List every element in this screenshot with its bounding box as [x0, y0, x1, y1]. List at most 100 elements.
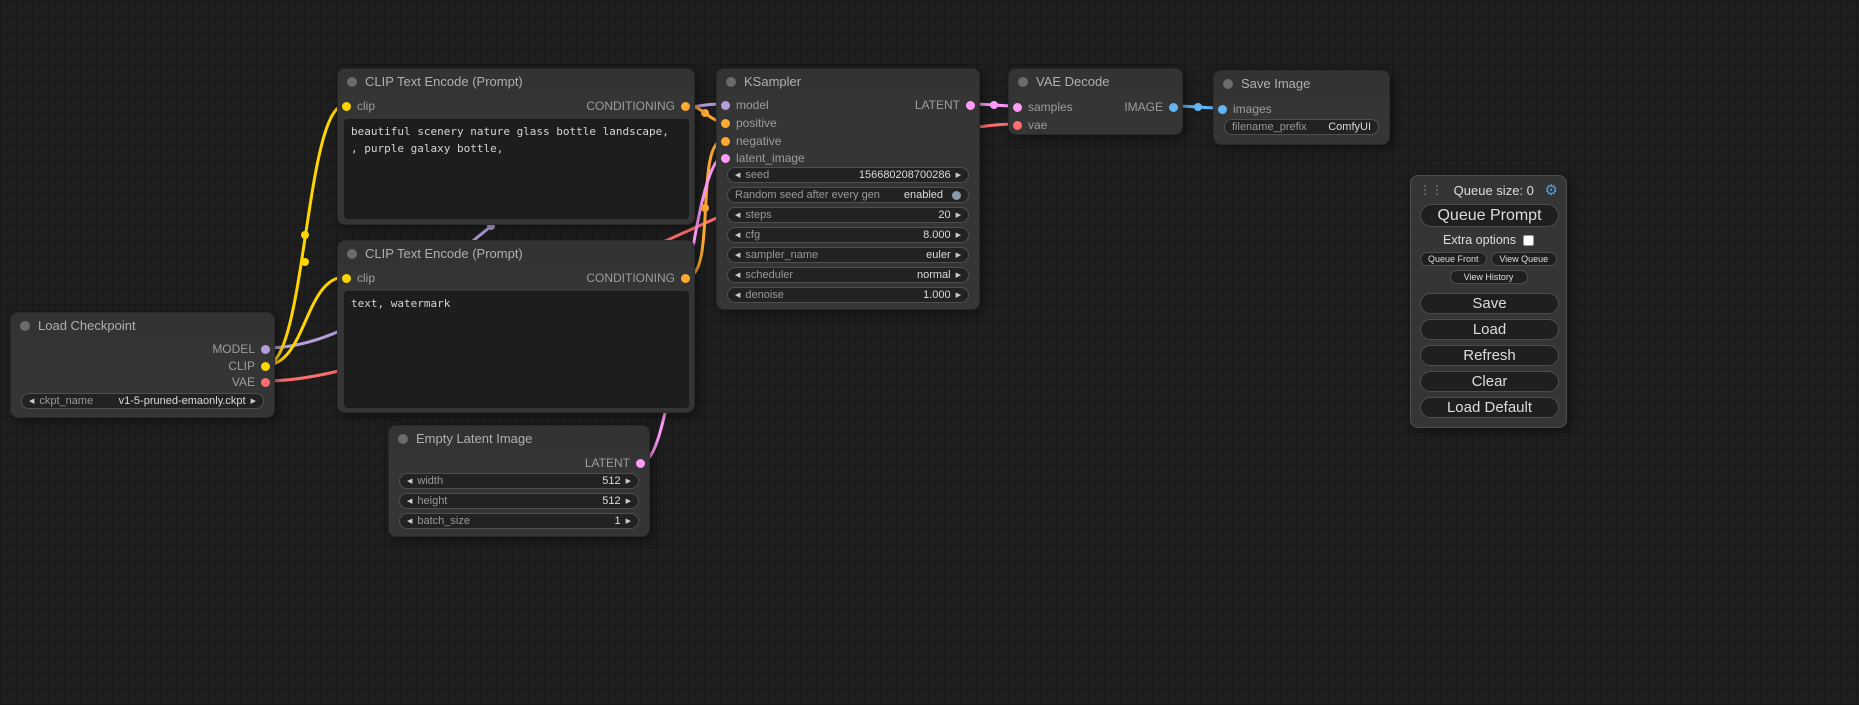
collapse-dot[interactable] [1223, 79, 1233, 89]
node-load-checkpoint[interactable]: Load Checkpoint MODEL CLIP VAE ◀ ckpt_na… [10, 312, 275, 418]
output-port-conditioning[interactable]: CONDITIONING [586, 271, 690, 285]
collapse-dot[interactable] [398, 434, 408, 444]
node-vae-decode[interactable]: VAE Decode samples vae IMAGE [1008, 68, 1183, 135]
decrement-icon[interactable]: ◀ [735, 251, 740, 259]
vae-port-dot[interactable] [1013, 121, 1022, 130]
steps-widget[interactable]: ◀ steps 20 ▶ [727, 207, 969, 223]
load-button[interactable]: Load [1420, 319, 1559, 340]
save-button[interactable]: Save [1420, 293, 1559, 314]
input-port-samples[interactable]: samples [1013, 100, 1073, 114]
output-port-clip[interactable]: CLIP [228, 359, 270, 373]
node-graph-canvas[interactable]: Load Checkpoint MODEL CLIP VAE ◀ ckpt_na… [0, 0, 1859, 705]
decrement-icon[interactable]: ◀ [735, 231, 740, 239]
increment-icon[interactable]: ▶ [626, 477, 631, 485]
node-ksampler[interactable]: KSampler model positive negative latent_… [716, 68, 980, 310]
output-port-conditioning[interactable]: CONDITIONING [586, 99, 690, 113]
decrement-icon[interactable]: ◀ [735, 271, 740, 279]
clip-port-dot[interactable] [342, 102, 351, 111]
toggle-indicator[interactable] [952, 191, 961, 200]
input-port-clip[interactable]: clip [342, 271, 375, 285]
view-history-button[interactable]: View History [1450, 270, 1528, 284]
decrement-icon[interactable]: ◀ [29, 397, 34, 405]
clip-port-dot[interactable] [261, 362, 270, 371]
increment-icon[interactable]: ▶ [956, 271, 961, 279]
latent-port-dot[interactable] [636, 459, 645, 468]
view-queue-button[interactable]: View Queue [1491, 252, 1558, 266]
link-midpoint-dot [990, 101, 998, 109]
clip-port-dot[interactable] [342, 274, 351, 283]
collapse-dot[interactable] [1018, 77, 1028, 87]
input-port-positive[interactable]: positive [721, 116, 777, 130]
vae-port-dot[interactable] [261, 378, 270, 387]
latent-port-dot[interactable] [721, 154, 730, 163]
clear-button[interactable]: Clear [1420, 371, 1559, 392]
latent-port-dot[interactable] [966, 101, 975, 110]
batch-size-widget[interactable]: ◀ batch_size 1 ▶ [399, 513, 639, 529]
node-clip-text-encode-positive[interactable]: CLIP Text Encode (Prompt) clip CONDITION… [337, 68, 695, 225]
increment-icon[interactable]: ▶ [251, 397, 256, 405]
decrement-icon[interactable]: ◀ [735, 171, 740, 179]
decrement-icon[interactable]: ◀ [407, 517, 412, 525]
increment-icon[interactable]: ▶ [956, 231, 961, 239]
model-port-dot[interactable] [261, 345, 270, 354]
cfg-widget[interactable]: ◀ cfg 8.000 ▶ [727, 227, 969, 243]
random-seed-toggle[interactable]: Random seed after every gen enabled [727, 187, 969, 203]
sampler-name-widget[interactable]: ◀ sampler_name euler ▶ [727, 247, 969, 263]
height-widget[interactable]: ◀ height 512 ▶ [399, 493, 639, 509]
width-widget[interactable]: ◀ width 512 ▶ [399, 473, 639, 489]
input-port-vae[interactable]: vae [1013, 118, 1047, 132]
settings-gear-icon[interactable]: ⚙ [1545, 181, 1558, 199]
output-port-model[interactable]: MODEL [212, 342, 270, 356]
node-empty-latent-image[interactable]: Empty Latent Image LATENT ◀ width 512 ▶ … [388, 425, 650, 537]
image-port-dot[interactable] [1169, 103, 1178, 112]
increment-icon[interactable]: ▶ [956, 211, 961, 219]
input-port-negative[interactable]: negative [721, 134, 781, 148]
positive-prompt-textarea[interactable]: beautiful scenery nature glass bottle la… [344, 119, 689, 219]
node-title-text: CLIP Text Encode (Prompt) [365, 74, 523, 89]
increment-icon[interactable]: ▶ [956, 291, 961, 299]
output-port-latent[interactable]: LATENT [915, 98, 975, 112]
output-port-latent[interactable]: LATENT [585, 456, 645, 470]
queue-prompt-button[interactable]: Queue Prompt [1420, 204, 1559, 227]
seed-widget[interactable]: ◀ seed 156680208700286 ▶ [727, 167, 969, 183]
load-default-button[interactable]: Load Default [1420, 397, 1559, 418]
input-port-model[interactable]: model [721, 98, 769, 112]
input-port-latent-image[interactable]: latent_image [721, 151, 805, 165]
queue-front-button[interactable]: Queue Front [1420, 252, 1487, 266]
widget-value: 512 [602, 475, 620, 487]
increment-icon[interactable]: ▶ [956, 171, 961, 179]
port-label: samples [1028, 100, 1073, 114]
input-port-images[interactable]: images [1218, 102, 1272, 116]
collapse-dot[interactable] [20, 321, 30, 331]
decrement-icon[interactable]: ◀ [735, 291, 740, 299]
ckpt-name-widget[interactable]: ◀ ckpt_name v1-5-pruned-emaonly.ckpt ▶ [21, 393, 264, 409]
increment-icon[interactable]: ▶ [626, 517, 631, 525]
node-save-image[interactable]: Save Image images filename_prefix ComfyU… [1213, 70, 1390, 145]
extra-options-checkbox[interactable] [1523, 235, 1534, 246]
scheduler-widget[interactable]: ◀ scheduler normal ▶ [727, 267, 969, 283]
input-port-clip[interactable]: clip [342, 99, 375, 113]
decrement-icon[interactable]: ◀ [407, 477, 412, 485]
collapse-dot[interactable] [726, 77, 736, 87]
model-port-dot[interactable] [721, 101, 730, 110]
conditioning-port-dot[interactable] [721, 137, 730, 146]
output-port-image[interactable]: IMAGE [1124, 100, 1178, 114]
increment-icon[interactable]: ▶ [626, 497, 631, 505]
conditioning-port-dot[interactable] [721, 119, 730, 128]
filename-prefix-widget[interactable]: filename_prefix ComfyUI [1224, 119, 1379, 135]
drag-handle-icon[interactable]: ⋮⋮ [1419, 183, 1443, 197]
latent-port-dot[interactable] [1013, 103, 1022, 112]
increment-icon[interactable]: ▶ [956, 251, 961, 259]
image-port-dot[interactable] [1218, 105, 1227, 114]
node-clip-text-encode-negative[interactable]: CLIP Text Encode (Prompt) clip CONDITION… [337, 240, 695, 413]
collapse-dot[interactable] [347, 77, 357, 87]
decrement-icon[interactable]: ◀ [407, 497, 412, 505]
refresh-button[interactable]: Refresh [1420, 345, 1559, 366]
denoise-widget[interactable]: ◀ denoise 1.000 ▶ [727, 287, 969, 303]
conditioning-port-dot[interactable] [681, 274, 690, 283]
negative-prompt-textarea[interactable]: text, watermark [344, 291, 689, 408]
decrement-icon[interactable]: ◀ [735, 211, 740, 219]
conditioning-port-dot[interactable] [681, 102, 690, 111]
collapse-dot[interactable] [347, 249, 357, 259]
output-port-vae[interactable]: VAE [232, 375, 270, 389]
